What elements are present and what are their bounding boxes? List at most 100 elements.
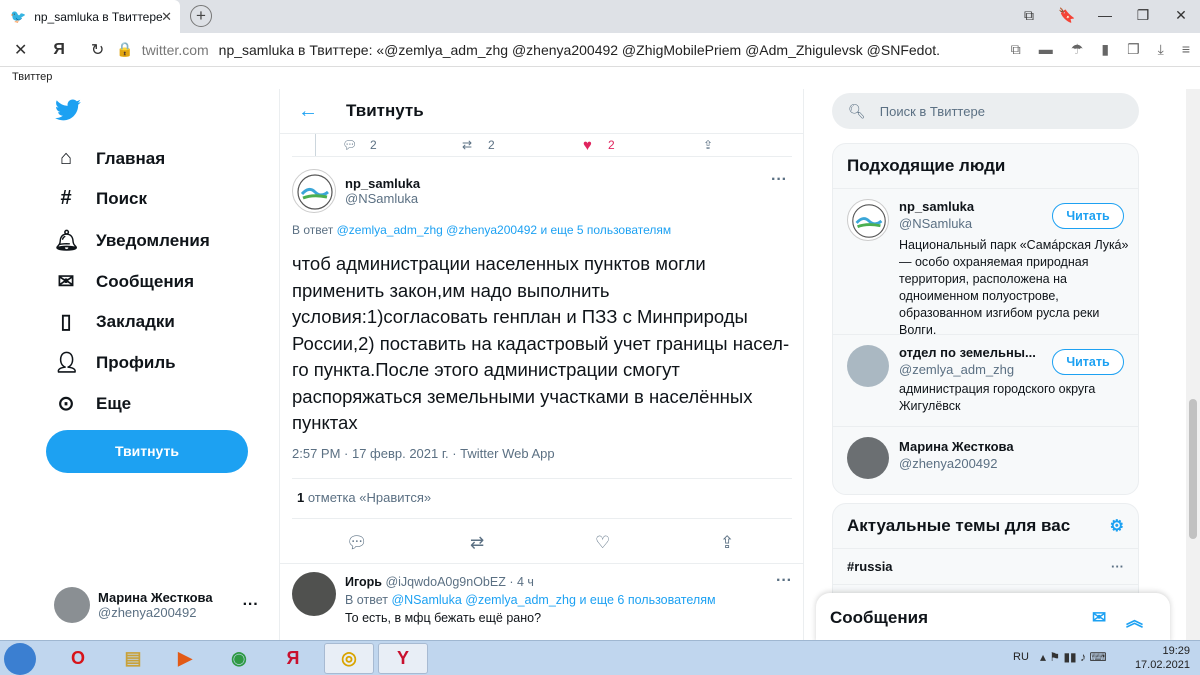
media-player-icon[interactable]: ▶ xyxy=(160,643,210,674)
trend-item[interactable]: #russia ··· xyxy=(833,548,1138,584)
nav-home[interactable]: ⌂ Главная xyxy=(54,147,165,170)
likes-summary[interactable]: 1 отметка «Нравится» xyxy=(297,490,431,505)
search-placeholder: Поиск в Твиттере xyxy=(879,103,985,119)
copy-icon[interactable]: ⧉ xyxy=(1011,41,1021,58)
nav-notifications[interactable]: 🔔︎ Уведомления xyxy=(54,228,210,253)
reply-icon[interactable]: 💬︎ xyxy=(346,533,368,553)
download-icon[interactable]: ⤓ xyxy=(1158,41,1164,58)
nav-messages[interactable]: ✉ Сообщения xyxy=(54,269,194,294)
tweet-button[interactable]: Твитнуть xyxy=(46,430,248,473)
reply-to-more[interactable]: и еще 6 пользователям xyxy=(579,593,715,607)
reload-icon[interactable]: ↻ xyxy=(91,40,104,60)
retweet-count: 2 xyxy=(488,138,495,152)
tweet-author[interactable]: np_samluka @NSamluka xyxy=(292,169,420,213)
clock[interactable]: 19:29 17.02.2021 xyxy=(1135,644,1190,672)
tray-icons[interactable]: ▴ ⚑ ▮▮ ♪ ⌨ xyxy=(1040,650,1107,664)
reply-to-users[interactable]: @zemlya_adm_zhg @zhenya200492 xyxy=(337,223,537,237)
account-switcher[interactable]: Марина Жесткова @zhenya200492 ··· xyxy=(54,587,259,623)
bookmark-twitter[interactable]: Твиттер xyxy=(12,71,52,83)
mail-icon: ✉ xyxy=(57,271,75,293)
back-arrow-icon[interactable]: ← xyxy=(298,100,318,123)
reply-author-name[interactable]: Игорь xyxy=(345,575,382,589)
clock-time: 19:29 xyxy=(1162,645,1190,657)
explorer-icon[interactable]: ▤ xyxy=(108,643,158,674)
menu-icon[interactable]: ≡ xyxy=(1182,41,1190,58)
browser-tab[interactable]: 🐦 np_samluka в Твиттере ✕ xyxy=(0,0,180,33)
nav-bookmarks[interactable]: ▯ Закладки xyxy=(54,309,174,334)
right-sidebar: 🔍︎ Поиск в Твиттере Подходящие люди np_s… xyxy=(830,89,1140,643)
close-icon[interactable]: ✕ xyxy=(14,40,27,60)
reply-to-more[interactable]: и еще 5 пользователям xyxy=(540,223,671,237)
minimize-button[interactable]: — xyxy=(1086,0,1124,33)
nav-profile[interactable]: 👤︎ Профиль xyxy=(54,350,176,375)
messages-drawer[interactable]: Сообщения ✉ ︽ xyxy=(816,593,1170,643)
reply-to-line: В ответ @NSamluka @zemlya_adm_zhg и еще … xyxy=(345,593,716,607)
collections-icon[interactable]: ❐ xyxy=(1127,41,1140,58)
author-names: np_samluka @NSamluka xyxy=(345,176,420,206)
person-handle: @zemlya_adm_zhg xyxy=(899,362,1015,377)
suggested-person[interactable]: Марина Жесткова @zhenya200492 xyxy=(833,426,1138,490)
thread-line xyxy=(315,134,316,156)
protect-icon[interactable]: ☂ xyxy=(1071,41,1084,58)
yandex-y-icon[interactable]: Y xyxy=(378,643,428,674)
bookmarks-bar: Твиттер xyxy=(0,67,1200,89)
twitter-bird-icon: 🐦 xyxy=(10,8,27,24)
url-host[interactable]: twitter.com xyxy=(142,42,209,58)
person-name: Марина Жесткова xyxy=(899,439,1014,454)
likes-count: 1 xyxy=(297,490,305,505)
more-dots-icon[interactable]: ··· xyxy=(771,171,787,189)
share-icon[interactable]: ⇪ xyxy=(703,138,713,152)
url-page-title[interactable]: np_samluka в Твиттере: «@zemlya_adm_zhg … xyxy=(219,42,939,58)
opera-icon[interactable]: O xyxy=(53,643,103,674)
previous-tweet-actions: 💬︎ 2 ⇄ 2 ♥ 2 ⇪ xyxy=(280,134,803,156)
close-tab-icon[interactable]: ✕ xyxy=(161,9,172,25)
scrollbar-thumb[interactable] xyxy=(1189,399,1197,539)
reader-icon[interactable]: ▬ xyxy=(1039,41,1053,58)
collections-icon[interactable]: ⧉ xyxy=(1010,0,1048,33)
avatar[interactable] xyxy=(292,572,336,616)
retweet-icon[interactable]: ⇄ xyxy=(470,533,484,553)
likes-label: отметка «Нравится» xyxy=(307,490,432,505)
lock-icon[interactable]: 🔒 xyxy=(116,41,133,58)
yandex-active-icon[interactable]: ◎ xyxy=(324,643,374,674)
retweet-icon[interactable]: ⇄ xyxy=(462,138,472,152)
new-message-icon[interactable]: ✉ xyxy=(1092,608,1106,628)
follow-button[interactable]: Читать xyxy=(1052,203,1124,229)
account-handle: @zhenya200492 xyxy=(98,605,197,620)
nav-more[interactable]: ⊙ Еще xyxy=(54,391,132,416)
yandex-browser-icon[interactable]: Я xyxy=(268,643,318,674)
chrome-icon[interactable]: ◉ xyxy=(214,643,264,674)
address-bar: ✕ Я ↻ 🔒 twitter.com np_samluka в Твиттер… xyxy=(0,33,1200,67)
page-scrollbar[interactable] xyxy=(1186,89,1200,640)
yandex-icon[interactable]: Я xyxy=(53,41,65,59)
share-icon[interactable]: ⇪ xyxy=(720,533,734,553)
reply-prefix: В ответ xyxy=(292,223,334,237)
nav-explore[interactable]: # Поиск xyxy=(54,187,147,210)
new-tab-button[interactable]: + xyxy=(190,5,212,27)
follow-button[interactable]: Читать xyxy=(1052,349,1124,375)
bookmark-add-icon[interactable]: ▮ xyxy=(1101,41,1109,58)
divider xyxy=(292,156,792,157)
restore-button[interactable]: ❐ xyxy=(1124,0,1162,33)
language-indicator[interactable]: RU xyxy=(1013,651,1029,663)
suggested-person[interactable]: np_samluka @NSamluka Национальный парк «… xyxy=(833,188,1138,337)
tweet-meta[interactable]: 2:57 PM · 17 февр. 2021 г. · Twitter Web… xyxy=(292,446,555,461)
more-dots-icon[interactable]: ··· xyxy=(243,596,259,614)
trends-title: Актуальные темы для вас xyxy=(847,516,1071,535)
heart-filled-icon[interactable]: ♥ xyxy=(583,137,592,154)
start-button[interactable] xyxy=(4,643,36,675)
more-dots-icon[interactable]: ··· xyxy=(776,572,792,590)
close-window-button[interactable]: ✕ xyxy=(1162,0,1200,33)
like-icon[interactable]: ♡ xyxy=(595,533,610,553)
reply-count: 2 xyxy=(370,138,377,152)
chevron-up-icon[interactable]: ︽ xyxy=(1126,606,1143,631)
suggested-person[interactable]: отдел по земельны... @zemlya_adm_zhg адм… xyxy=(833,334,1138,426)
reply-to-users[interactable]: @NSamluka @zemlya_adm_zhg xyxy=(391,593,575,607)
like-count: 2 xyxy=(608,138,615,152)
reply-icon[interactable]: 💬︎ xyxy=(342,138,357,152)
gear-icon[interactable]: ⚙ xyxy=(1110,516,1124,536)
more-dots-icon[interactable]: ··· xyxy=(1111,559,1124,574)
search-input[interactable]: 🔍︎ Поиск в Твиттере xyxy=(832,93,1139,129)
bookmark-flag-icon[interactable]: 🔖 xyxy=(1048,0,1086,33)
twitter-logo-icon[interactable] xyxy=(54,99,82,123)
